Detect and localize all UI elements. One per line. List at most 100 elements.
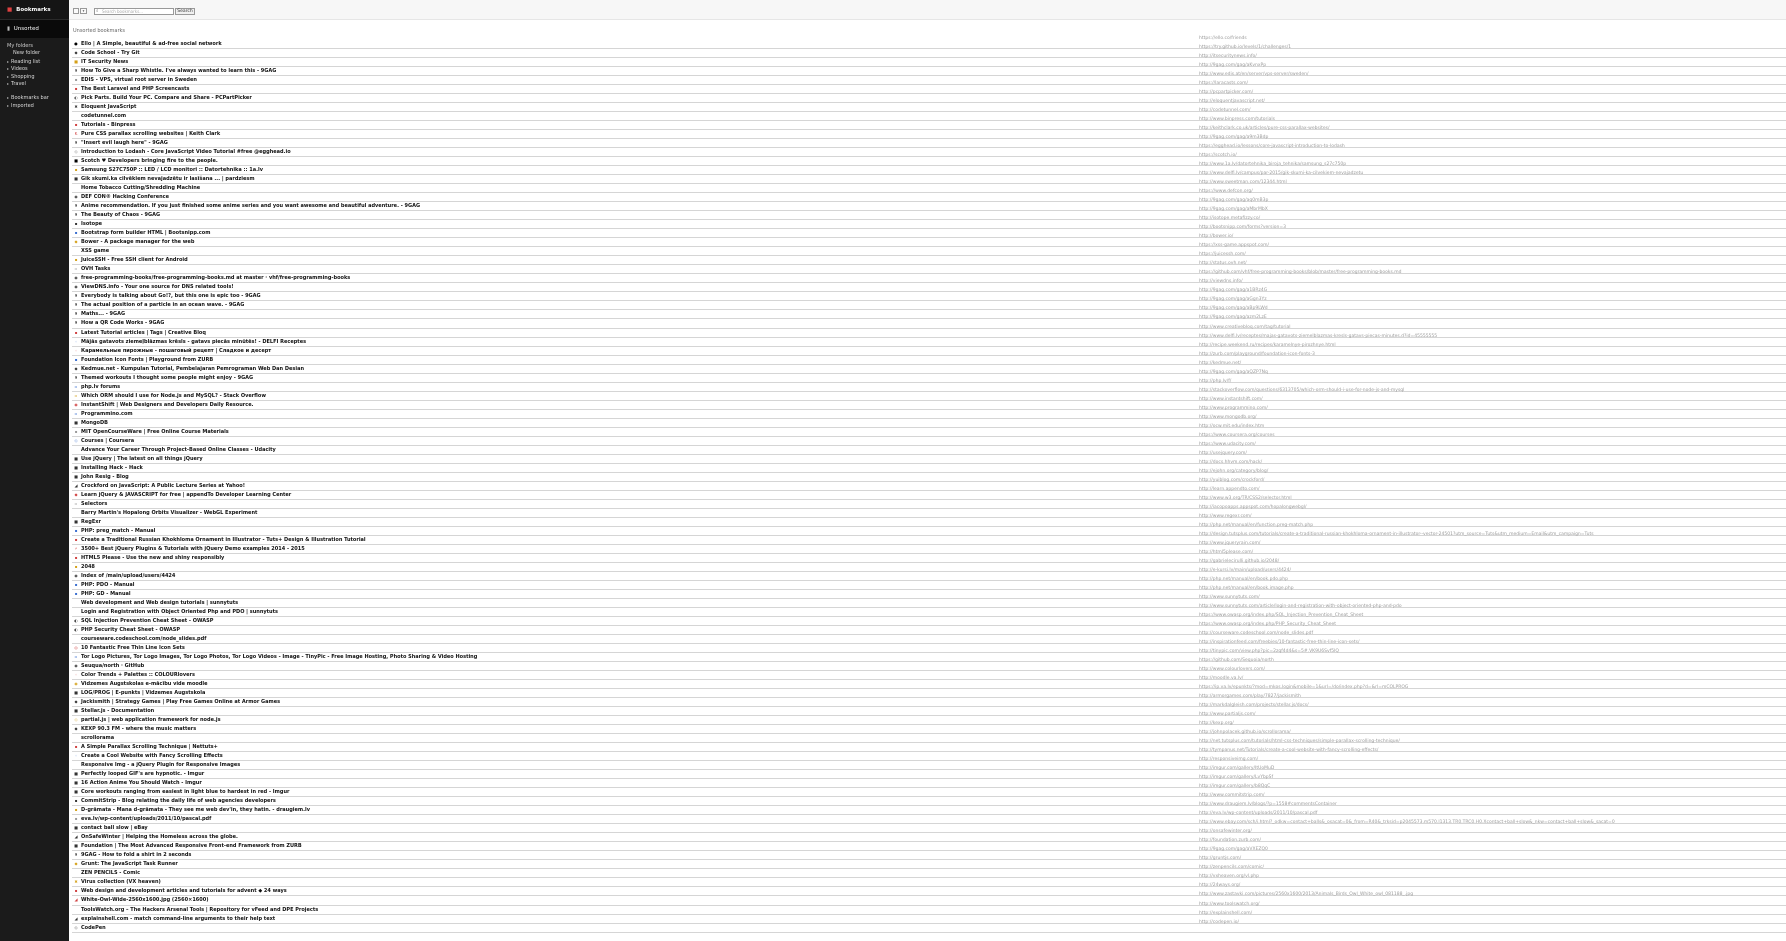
bookmark-url[interactable]: http://keithclark.co.uk/articles/pure-cs… xyxy=(1199,126,1329,132)
bookmark-title[interactable]: Gik skumi.ka cilvēkiem nevajadzētu ir la… xyxy=(81,175,255,184)
bookmark-row[interactable]: ■ contact ball slow | eBay http://www.ebay… xyxy=(72,820,1786,834)
bookmark-url[interactable]: http://imgur.com/gallery/b8QqC xyxy=(1199,784,1270,790)
bookmark-title[interactable]: 16 Action Anime You Should Watch - Imgur xyxy=(81,779,202,788)
bookmark-row[interactable]: ◉ DEF CON® Hacking Conference https://www.… xyxy=(72,189,1786,203)
bookmark-title[interactable]: MIT OpenCourseWare | Free Online Course … xyxy=(81,428,229,437)
bookmark-row[interactable]: ■ RegExr http://www.regexr.com/ xyxy=(72,514,1786,527)
bookmark-title[interactable]: explainshell.com - match command-line ar… xyxy=(81,915,275,924)
bookmark-url[interactable]: http://vxheaven.org/vl.php xyxy=(1199,874,1259,880)
bookmark-row[interactable]: ■ Core workouts ranging from easiest in l… xyxy=(72,784,1786,798)
bookmark-url[interactable]: http://9gag.com/gag/aGgn3Yz xyxy=(1199,297,1267,303)
sidebar-item-folder[interactable]: ▸ Reading list xyxy=(0,58,69,66)
bookmark-url[interactable]: http://www.draugiem.lv/blogs/?p=1558#com… xyxy=(1199,802,1337,808)
bookmark-row[interactable]: 9 "Insert evil laugh here" - 9GAG http://9… xyxy=(72,135,1786,149)
bookmark-row[interactable]: scrollorama http://johnpolacek.github.io/… xyxy=(72,730,1786,744)
bookmark-row[interactable]: ◇ partial.js | web application framework … xyxy=(72,712,1786,726)
bookmark-url[interactable]: http://docs.hhvm.com/hack/ xyxy=(1199,460,1262,466)
bookmark-row[interactable]: ■ Perfectly looped GIF's are hypnotic. - … xyxy=(72,766,1786,780)
bookmark-url[interactable]: http://armorgames.com/play/7827/jackismi… xyxy=(1199,694,1301,700)
bookmark-title[interactable]: D-grāmata - Mana d-grāmata - They see me… xyxy=(81,806,310,815)
bookmark-title[interactable]: The actual position of a particle in an … xyxy=(81,301,244,310)
bookmark-title[interactable]: Selectors xyxy=(81,500,107,509)
bookmark-url[interactable]: http://tympanus.net/Tutorials/create-a-c… xyxy=(1199,748,1378,754)
bookmark-url[interactable]: http://www.mongodb.org/ xyxy=(1199,415,1256,421)
bookmark-title[interactable]: KEXP 90.3 FM - where the music matters xyxy=(81,725,196,734)
bookmark-title[interactable]: ZEN PENCILS - Comic xyxy=(81,869,140,878)
bookmark-row[interactable]: ▪ A Simple Parallax Scrolling Technique |… xyxy=(72,739,1786,753)
bookmark-url[interactable]: http://zurb.com/playground/foundation-ic… xyxy=(1199,352,1315,358)
bookmark-row[interactable]: Login and Registration with Object Orien… xyxy=(72,604,1786,617)
bookmark-title[interactable]: Color Trends + Palettes :: COLOURlovers xyxy=(81,671,195,680)
bookmark-url[interactable]: https://www.owasp.org/index.php/SQL_Inje… xyxy=(1199,613,1363,619)
sidebar-item-folder[interactable]: ▸ Travel xyxy=(0,80,69,88)
bookmark-url[interactable]: http://e-kursi.lv/main/upload/users/4424… xyxy=(1199,568,1291,574)
bookmark-url[interactable]: http://bootsnipp.com/forms?version=3 xyxy=(1199,225,1286,231)
bookmark-row[interactable]: 9 Themed workouts I thought some people m… xyxy=(72,370,1786,383)
bookmark-row[interactable]: ▪ 2048 http://gabrielecirulli.github.io/20… xyxy=(72,559,1786,572)
bookmark-row[interactable]: ◢ OnSafeWinter | Helping the Homeless acr… xyxy=(72,829,1786,843)
bookmark-url[interactable]: http://status.ovh.net/ xyxy=(1199,261,1247,267)
sidebar-item-folder[interactable]: ▸ Bookmarks bar xyxy=(0,94,69,102)
bookmark-row[interactable]: ▪ Latest Tutorial articles | Tags | Creat… xyxy=(72,325,1786,338)
bookmark-title[interactable]: 2048 xyxy=(81,563,95,572)
bookmark-title[interactable]: 10 Fantastic Free Thin Line Icon Sets xyxy=(81,644,185,653)
bookmark-row[interactable]: ▫ Which ORM should I use for Node.js and … xyxy=(72,388,1786,401)
bookmark-row[interactable]: ▪ Foundation Icon Fonts | Playground from… xyxy=(72,352,1786,365)
bookmark-title[interactable]: MongoDB xyxy=(81,419,108,428)
bookmark-row[interactable]: ◢ White-Owl-Wide-2560x1600.jpg (2560×1600… xyxy=(72,892,1786,906)
bookmark-url[interactable]: http://gruntjs.com/ xyxy=(1199,856,1241,862)
bookmark-title[interactable]: Vidzemes Augstskolas e-mācību vide moodl… xyxy=(81,680,208,689)
bookmark-row[interactable]: ◉ InstantShift | Web Designers and Develo… xyxy=(72,397,1786,410)
bookmark-row[interactable]: ◇ CodePen http://codepen.io/ xyxy=(72,920,1786,933)
bookmark-url[interactable]: http://9gag.com/gag/aKvnxPp xyxy=(1199,63,1266,69)
bookmark-row[interactable]: ◉ free-programming-books/free-programming… xyxy=(72,270,1786,284)
bookmark-row[interactable]: codetunnel.com http://codetunnel.com/ xyxy=(72,108,1786,122)
select-dropdown[interactable]: ▾ xyxy=(80,8,87,14)
select-all-checkbox[interactable] xyxy=(73,8,79,14)
bookmark-title[interactable]: Barry Martin's Hopalong Orbits Visualize… xyxy=(81,509,257,518)
bookmark-title[interactable]: Perfectly looped GIF's are hypnotic. - I… xyxy=(81,770,204,779)
bookmark-row[interactable]: ■ Stellar.js - Documentation http://markda… xyxy=(72,703,1786,717)
bookmark-row[interactable]: ■ Scotch ♥ Developers bringing fire to th… xyxy=(72,153,1786,167)
bookmark-title[interactable]: Home Tobacco Cutting/Shredding Machine xyxy=(81,184,200,193)
bookmark-row[interactable]: ■ IT Security News http://itsecuritynews.i… xyxy=(72,54,1786,68)
bookmark-url[interactable]: http://9gag.com/gag/azm2LzE xyxy=(1199,315,1267,321)
bookmark-row[interactable]: ⚡ 3500+ Best jQuery Plugins & Tutorials w… xyxy=(72,541,1786,554)
bookmark-url[interactable]: http://viewdns.info/ xyxy=(1199,279,1243,285)
bookmark-title[interactable]: Seuqua/north · GitHub xyxy=(81,662,144,671)
bookmark-title[interactable]: EDIS - VPS, virtual root server in Swede… xyxy=(81,76,197,85)
bookmark-row[interactable]: ◆ Grunt: The JavaScript Task Runner http:/… xyxy=(72,856,1786,870)
bookmark-row[interactable]: ◦ Карамельные пирожные - пошаговый рецепт… xyxy=(72,343,1786,356)
bookmark-title[interactable]: Login and Registration with Object Orien… xyxy=(81,608,278,617)
bookmark-url[interactable]: http://explainshell.com/ xyxy=(1199,911,1252,917)
bookmark-url[interactable]: http://php.lv/f/ xyxy=(1199,379,1231,385)
bookmark-title[interactable]: John Resig - Blog xyxy=(81,473,129,482)
bookmark-url[interactable]: http://learn.appendto.com/ xyxy=(1199,487,1260,493)
bookmark-url[interactable]: http://ejohn.org/category/blog/ xyxy=(1199,469,1268,475)
bookmark-row[interactable]: ◆ Kedmue.net - Kumpulan Tutorial, Pembela… xyxy=(72,361,1786,374)
bookmark-row[interactable]: ■ Use jQuery | The latest on all things j… xyxy=(72,451,1786,464)
bookmark-url[interactable]: https://github.com/vhf/free-programming-… xyxy=(1199,270,1402,276)
bookmark-title[interactable]: Code School - Try Git xyxy=(81,49,140,58)
bookmark-title[interactable]: How To Give a Sharp Whistle. I've always… xyxy=(81,67,276,76)
bookmark-title[interactable]: 3500+ Best jQuery Plugins & Tutorials wi… xyxy=(81,545,305,554)
bookmark-row[interactable]: ToolsWatch.org – The Hackers Arsenal Too… xyxy=(72,902,1786,915)
bookmark-row[interactable]: ◐ Pick Parts. Build Your PC. Compare and … xyxy=(72,90,1786,104)
bookmark-url[interactable]: http://markdalgleish.com/projects/stella… xyxy=(1199,703,1309,709)
bookmark-row[interactable]: ◇ Courses | Coursera https://www.coursera.… xyxy=(72,433,1786,446)
bookmark-url[interactable]: http://www.sunnytuts.com/ xyxy=(1199,595,1260,601)
bookmark-row[interactable]: ■ Installing Hack – Hack http://docs.hhvm.… xyxy=(72,460,1786,473)
bookmark-url[interactable]: http://www.partialjs.com/ xyxy=(1199,712,1255,718)
bookmark-row[interactable]: ◆ Learn jQuery & JAVASCRIPT for free | ap… xyxy=(72,487,1786,500)
bookmark-title[interactable]: PHP: GD - Manual xyxy=(81,590,131,599)
bookmark-row[interactable]: 9 The actual position of a particle in an… xyxy=(72,297,1786,311)
bookmark-url[interactable]: http://www.instantshift.com/ xyxy=(1199,397,1263,403)
bookmark-row[interactable]: ◎ 10 Fantastic Free Thin Line Icon Sets ht… xyxy=(72,640,1786,654)
bookmark-title[interactable]: HTML5 Please - Use the new and shiny res… xyxy=(81,554,224,563)
bookmark-url[interactable]: http://ocw.mit.edu/index.htm xyxy=(1199,424,1264,430)
bookmark-row[interactable]: ▪ HTML5 Please - Use the new and shiny re… xyxy=(72,550,1786,563)
bookmark-url[interactable]: http://www.sweetman.com/12344.html xyxy=(1199,180,1287,186)
bookmark-title[interactable]: Themed workouts I thought some people mi… xyxy=(81,374,253,383)
bookmark-url[interactable]: http://24ways.org/ xyxy=(1199,883,1240,889)
bookmark-row[interactable]: ◉ Seuqua/north · GitHub https://github.com… xyxy=(72,658,1786,672)
